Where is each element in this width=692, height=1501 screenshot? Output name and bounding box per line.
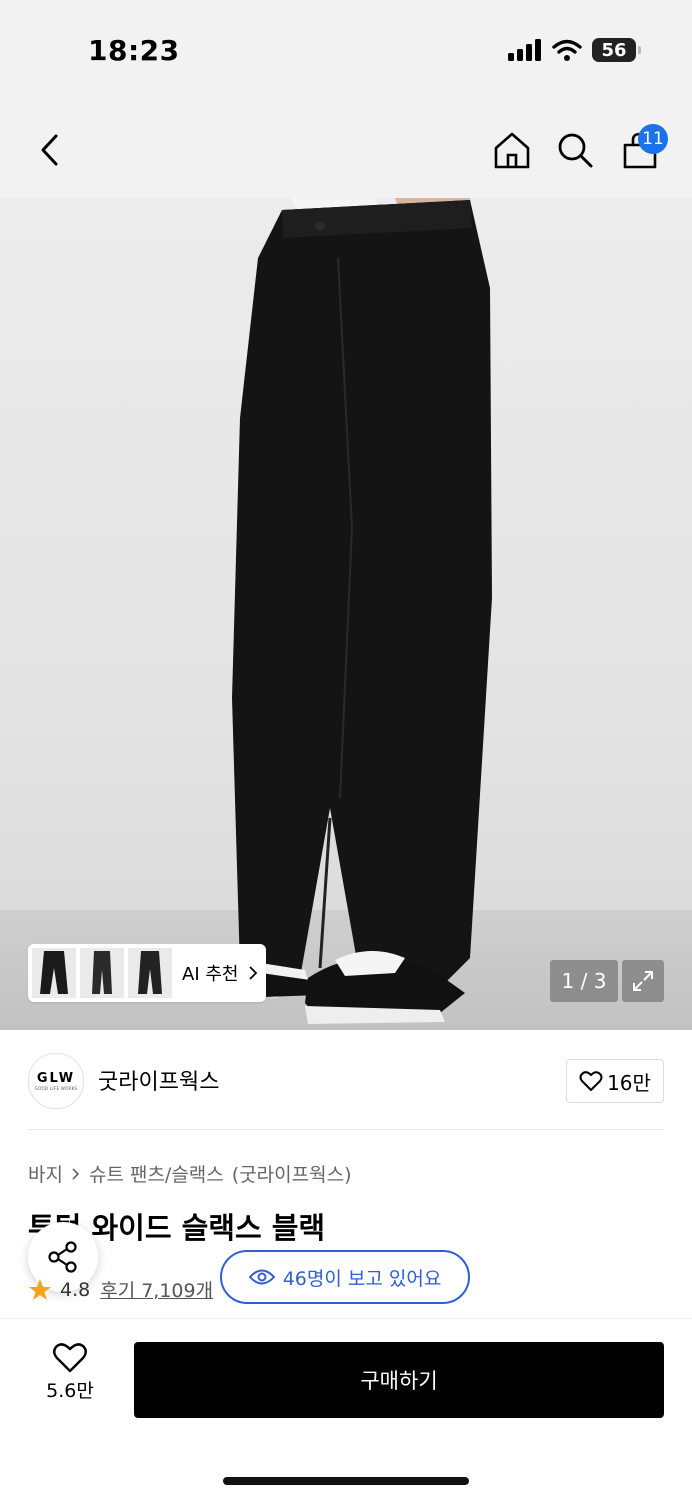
thumbnail-image: [40, 951, 68, 994]
breadcrumb-brand[interactable]: (굿라이프웍스): [232, 1160, 352, 1187]
battery-icon: 56: [592, 38, 641, 62]
thumbnail-3[interactable]: [128, 948, 172, 998]
product-image-carousel[interactable]: [0, 198, 692, 1030]
thumbnail-image: [138, 951, 162, 994]
top-nav: 11: [0, 100, 692, 198]
search-button[interactable]: [553, 128, 597, 172]
breadcrumb: 바지 슈트 팬츠/슬랙스 (굿라이프웍스): [28, 1160, 352, 1187]
brand-row[interactable]: GLW GOOD LIFE WORKS 굿라이프웍스 16만: [0, 1030, 692, 1130]
thumbnail-2[interactable]: [80, 948, 124, 998]
ai-recommend-card[interactable]: AI 추천: [28, 944, 266, 1002]
brand-like-count: 16만: [607, 1070, 651, 1095]
chevron-right-icon: [249, 966, 258, 980]
status-bar: 18:23 56: [0, 0, 692, 100]
share-icon: [48, 1241, 77, 1273]
chevron-right-icon: [72, 1167, 80, 1180]
search-icon: [558, 133, 593, 168]
brand-logo-subtext: GOOD LIFE WORKS: [34, 1086, 78, 1091]
expand-icon: [633, 971, 653, 991]
cart-count-badge: 11: [638, 124, 668, 154]
cart-button[interactable]: 11: [618, 124, 668, 172]
wishlist-count: 5.6만: [46, 1380, 94, 1402]
status-icons: 56: [508, 38, 641, 62]
thumbnail-1[interactable]: [32, 948, 76, 998]
brand-name[interactable]: 굿라이프웍스: [98, 1064, 219, 1096]
viewers-badge: 46명이 보고 있어요: [220, 1250, 470, 1304]
brand-logo-text: GLW: [36, 1071, 76, 1086]
breadcrumb-subcategory[interactable]: 슈트 팬츠/슬랙스: [89, 1160, 224, 1187]
expand-image-button[interactable]: [622, 960, 664, 1002]
product-photo-pants: [226, 198, 492, 1024]
home-indicator: [223, 1477, 469, 1485]
home-button[interactable]: [490, 128, 534, 172]
heart-icon: [579, 1071, 603, 1091]
chevron-left-icon: [41, 134, 58, 166]
back-button[interactable]: [28, 128, 72, 172]
home-icon: [494, 132, 530, 169]
viewers-text: 46명이 보고 있어요: [282, 1267, 442, 1290]
brand-logo[interactable]: GLW GOOD LIFE WORKS: [28, 1053, 84, 1109]
wishlist-button[interactable]: 5.6만: [30, 1342, 110, 1418]
brand-like-button[interactable]: 16만: [566, 1059, 664, 1103]
cellular-signal-icon: [508, 39, 541, 61]
star-icon: [29, 1278, 51, 1300]
breadcrumb-category[interactable]: 바지: [28, 1160, 63, 1187]
eye-icon: [248, 1269, 275, 1285]
image-page-indicator: 1 / 3: [550, 960, 618, 1002]
ai-recommend-label: AI 추천: [182, 964, 239, 985]
wifi-icon: [552, 39, 582, 61]
rating-value: 4.8: [60, 1278, 91, 1301]
buy-button[interactable]: 구매하기: [134, 1342, 664, 1418]
status-time: 18:23: [88, 34, 180, 67]
rating-row: 4.8 후기 7,109개: [28, 1276, 213, 1303]
thumbnail-image: [92, 951, 112, 994]
reviews-link[interactable]: 후기 7,109개: [100, 1276, 213, 1303]
divider: [28, 1129, 664, 1130]
heart-icon: [53, 1343, 87, 1373]
